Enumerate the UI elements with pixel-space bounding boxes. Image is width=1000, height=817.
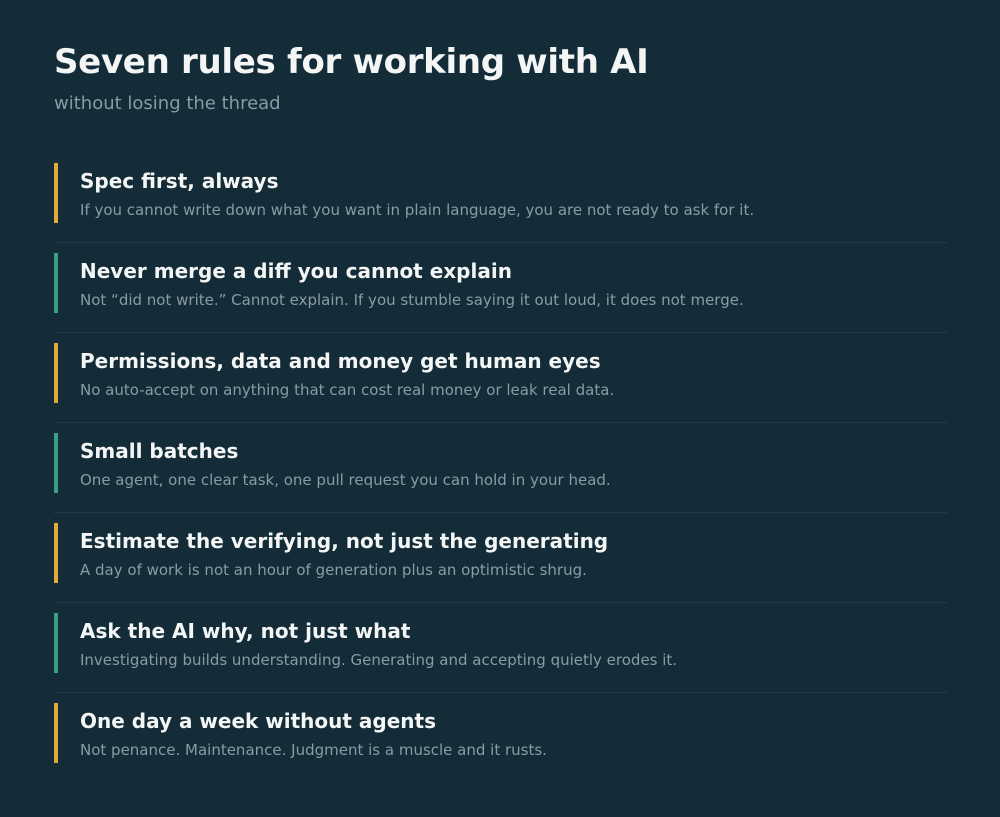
rule-accent-bar xyxy=(54,703,58,763)
rule-accent-bar xyxy=(54,433,58,493)
page-subtitle: without losing the thread xyxy=(54,93,281,114)
rule-description: No auto-accept on anything that can cost… xyxy=(80,381,615,399)
rule-description: Investigating builds understanding. Gene… xyxy=(80,651,678,669)
rule-title: Spec first, always xyxy=(80,169,279,193)
rule-description: One agent, one clear task, one pull requ… xyxy=(80,471,611,489)
rule-accent-bar xyxy=(54,253,58,313)
page-title: Seven rules for working with AI xyxy=(54,42,649,82)
rule-item: Small batches One agent, one clear task,… xyxy=(54,423,947,513)
page: Seven rules for working with AI without … xyxy=(0,0,1000,817)
rule-title: Ask the AI why, not just what xyxy=(80,619,411,643)
rule-item: Never merge a diff you cannot explain No… xyxy=(54,243,947,333)
rule-description: Not “did not write.” Cannot explain. If … xyxy=(80,291,744,309)
rule-description: If you cannot write down what you want i… xyxy=(80,201,755,219)
rule-title: Small batches xyxy=(80,439,239,463)
rule-item: One day a week without agents Not penanc… xyxy=(54,693,947,783)
rule-accent-bar xyxy=(54,613,58,673)
rule-title: Never merge a diff you cannot explain xyxy=(80,259,512,283)
rule-description: Not penance. Maintenance. Judgment is a … xyxy=(80,741,547,759)
rule-item: Estimate the verifying, not just the gen… xyxy=(54,513,947,603)
rule-description: A day of work is not an hour of generati… xyxy=(80,561,587,579)
rule-item: Permissions, data and money get human ey… xyxy=(54,333,947,423)
rule-accent-bar xyxy=(54,163,58,223)
rules-list: Spec first, always If you cannot write d… xyxy=(54,153,947,783)
rule-accent-bar xyxy=(54,523,58,583)
rule-item: Ask the AI why, not just what Investigat… xyxy=(54,603,947,693)
rule-title: One day a week without agents xyxy=(80,709,437,733)
rule-accent-bar xyxy=(54,343,58,403)
rule-item: Spec first, always If you cannot write d… xyxy=(54,153,947,243)
rule-title: Permissions, data and money get human ey… xyxy=(80,349,601,373)
rule-title: Estimate the verifying, not just the gen… xyxy=(80,529,609,553)
